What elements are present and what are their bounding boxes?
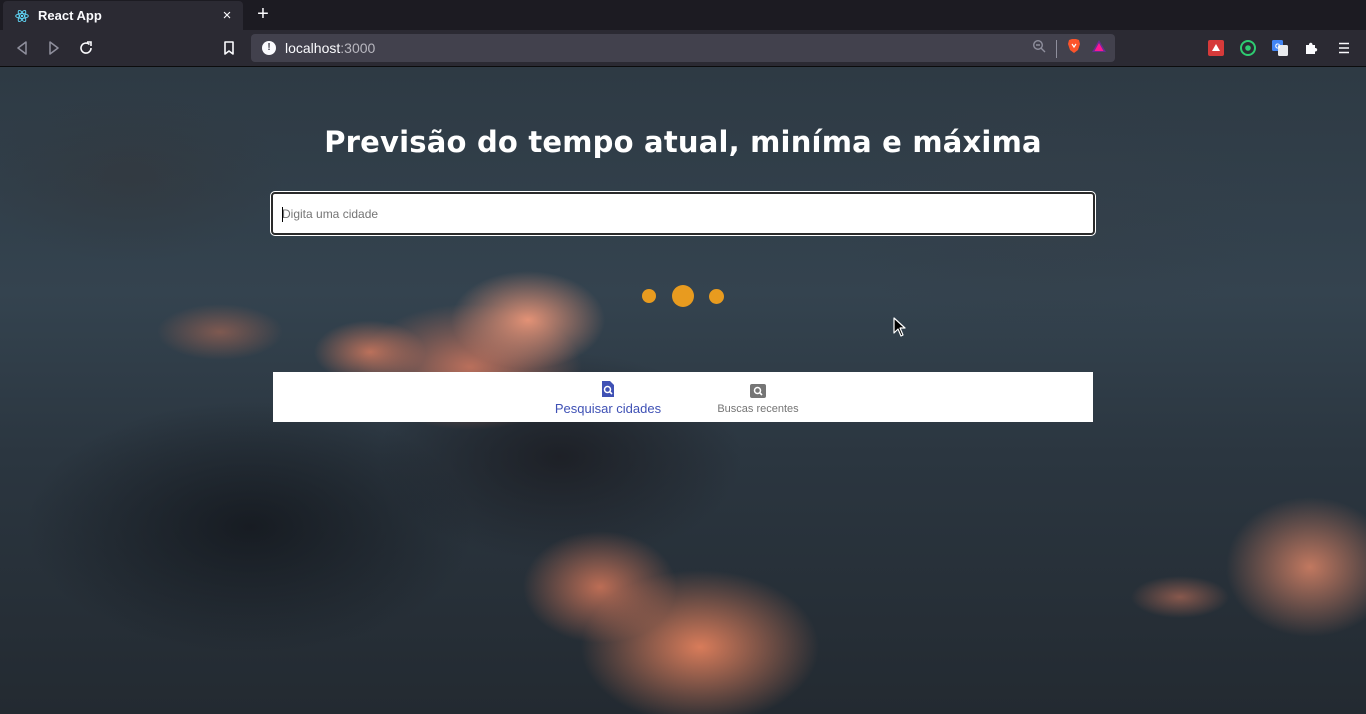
text-caret <box>282 207 283 222</box>
tab-strip: React App × + <box>0 0 1366 30</box>
url-port: :3000 <box>340 40 376 56</box>
tab-close-icon[interactable]: × <box>219 7 235 24</box>
loader-dot <box>709 289 724 304</box>
url-bar[interactable]: ! localhost :3000 <box>251 34 1115 62</box>
app-page: Previsão do tempo atual, miníma e máxima… <box>0 67 1366 714</box>
nav-search-cities-label: Pesquisar cidades <box>554 401 662 416</box>
svg-text:G: G <box>1275 44 1281 51</box>
mouse-pointer-icon <box>893 317 907 337</box>
brave-shield-icon[interactable] <box>1067 38 1081 59</box>
extensions-puzzle-icon[interactable] <box>1303 39 1321 57</box>
back-icon[interactable] <box>12 38 32 58</box>
brave-rewards-icon[interactable] <box>1091 39 1107 58</box>
react-favicon-icon <box>15 9 29 23</box>
search-file-icon <box>599 380 617 398</box>
reload-icon[interactable] <box>76 38 96 58</box>
nav-recent-searches[interactable]: Buscas recentes <box>683 372 833 422</box>
url-separator <box>1056 39 1057 58</box>
site-info-icon[interactable]: ! <box>262 41 276 55</box>
loader-dot <box>642 289 656 303</box>
tab-title: React App <box>38 8 102 23</box>
forward-icon[interactable] <box>44 38 64 58</box>
image-search-icon <box>749 382 767 400</box>
zoom-icon[interactable] <box>1032 39 1046 58</box>
url-host: localhost <box>285 40 341 56</box>
bookmark-icon[interactable] <box>219 38 239 58</box>
loading-indicator <box>642 284 724 307</box>
city-search-box[interactable] <box>270 191 1096 236</box>
navigation-toolbar: ! localhost :3000 G <box>0 30 1366 67</box>
page-title: Previsão do tempo atual, miníma e máxima <box>324 125 1042 159</box>
nav-recent-searches-label: Buscas recentes <box>717 402 799 415</box>
tab-react-app[interactable]: React App × <box>3 1 243 30</box>
nav-search-cities[interactable]: Pesquisar cidades <box>533 372 683 422</box>
loader-dot <box>672 285 694 307</box>
bottom-navigation: Pesquisar cidades Buscas recentes <box>273 372 1093 422</box>
extension-red-icon[interactable] <box>1207 39 1225 57</box>
city-search-input[interactable] <box>282 206 1093 221</box>
google-translate-icon[interactable]: G <box>1271 39 1289 57</box>
menu-hamburger-icon[interactable] <box>1335 39 1353 57</box>
extension-green-circle-icon[interactable] <box>1239 39 1257 57</box>
new-tab-button[interactable]: + <box>252 3 274 25</box>
